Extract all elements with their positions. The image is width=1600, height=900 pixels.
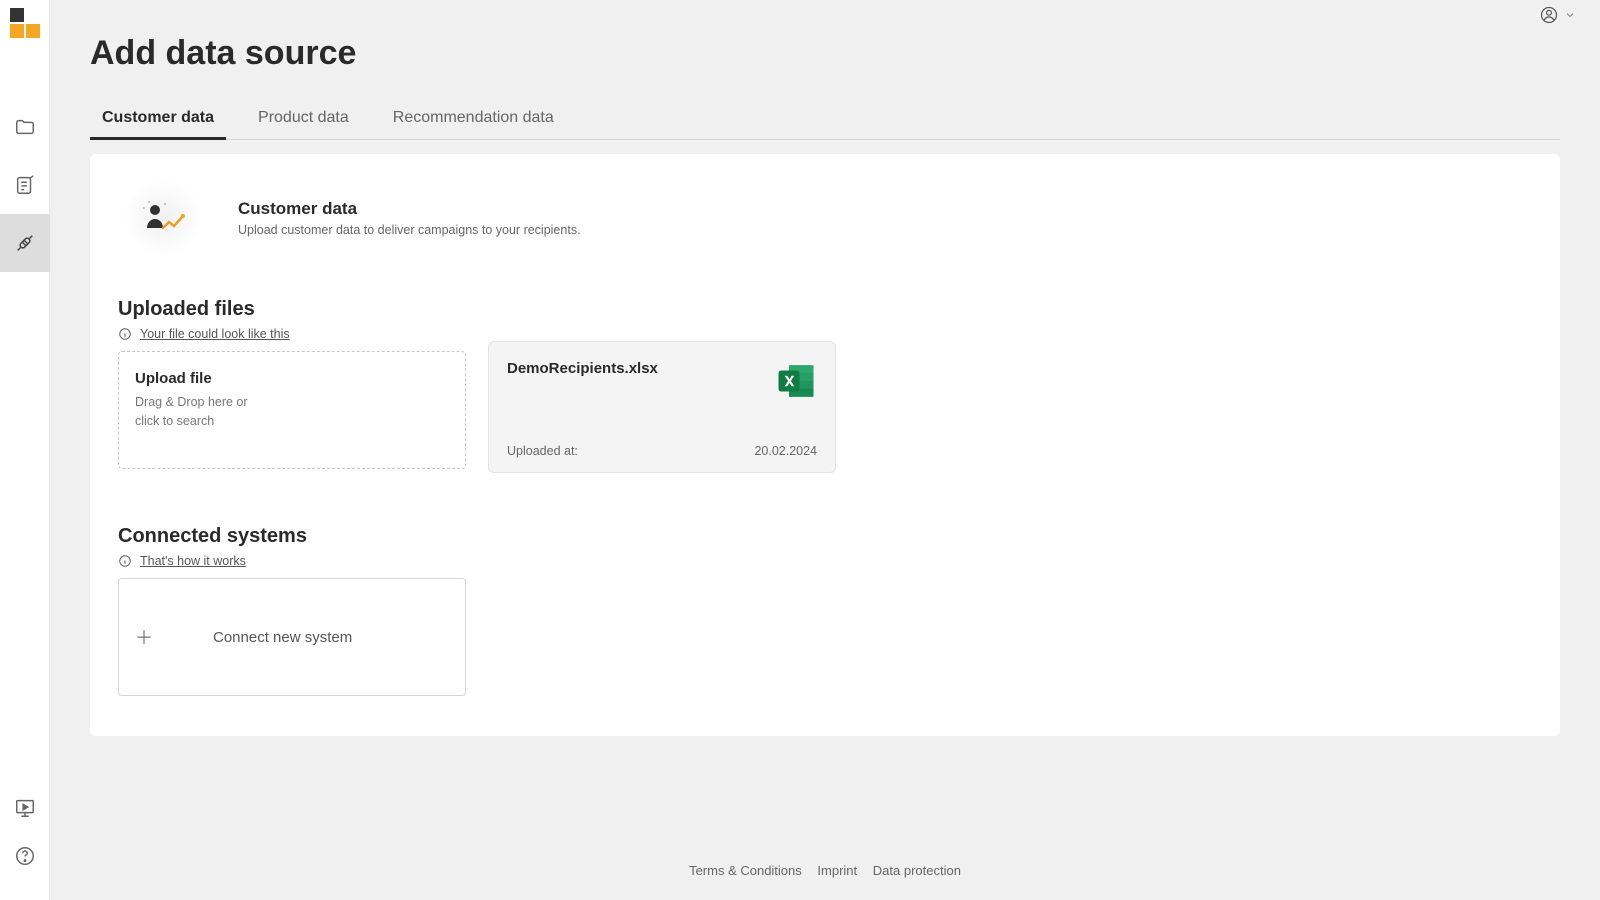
customer-data-subtitle: Upload customer data to deliver campaign… bbox=[238, 223, 581, 237]
user-menu[interactable] bbox=[1540, 6, 1576, 24]
uploaded-files-hint: Your file could look like this bbox=[118, 327, 1532, 341]
uploaded-files-hint-link[interactable]: Your file could look like this bbox=[140, 327, 290, 341]
file-name: DemoRecipients.xlsx bbox=[507, 360, 658, 377]
sidebar-item-help[interactable] bbox=[0, 832, 50, 880]
uploaded-at-value: 20.02.2024 bbox=[754, 444, 817, 458]
tabs: Customer data Product data Recommendatio… bbox=[90, 109, 1560, 140]
plug-icon bbox=[14, 232, 36, 254]
user-icon bbox=[1540, 6, 1558, 24]
upload-file-line1: Drag & Drop here or bbox=[135, 393, 449, 412]
sidebar-item-datasource[interactable] bbox=[0, 214, 50, 272]
checklist-icon bbox=[14, 174, 36, 196]
tab-product-data[interactable]: Product data bbox=[258, 109, 349, 139]
uploaded-files-row: Upload file Drag & Drop here or click to… bbox=[118, 351, 1532, 473]
connected-systems-title: Connected systems bbox=[118, 525, 1532, 548]
monitor-play-icon bbox=[14, 797, 36, 819]
sidebar-nav bbox=[0, 98, 49, 784]
app-logo[interactable] bbox=[10, 8, 40, 38]
folder-icon bbox=[14, 116, 36, 138]
excel-icon bbox=[775, 360, 817, 402]
footer-imprint[interactable]: Imprint bbox=[817, 863, 857, 878]
footer-terms[interactable]: Terms & Conditions bbox=[689, 863, 802, 878]
info-icon bbox=[118, 554, 132, 568]
footer: Terms & Conditions Imprint Data protecti… bbox=[90, 843, 1560, 900]
customer-data-header: Customer data Upload customer data to de… bbox=[118, 178, 1532, 258]
uploaded-file-card[interactable]: DemoRecipients.xlsx Uploaded at: bbox=[488, 341, 836, 473]
content-panel: Customer data Upload customer data to de… bbox=[90, 154, 1560, 736]
customer-data-title: Customer data bbox=[238, 199, 581, 219]
connect-new-system-label: Connect new system bbox=[213, 629, 352, 646]
plus-icon: ＋ bbox=[135, 624, 153, 650]
connect-new-system-card[interactable]: ＋ Connect new system bbox=[118, 578, 466, 696]
sidebar-bottom bbox=[0, 784, 50, 880]
sidebar bbox=[0, 0, 50, 900]
info-icon bbox=[118, 327, 132, 341]
customer-data-icon bbox=[118, 178, 208, 258]
tab-customer-data[interactable]: Customer data bbox=[102, 109, 214, 139]
page-title: Add data source bbox=[90, 34, 1560, 73]
uploaded-at-label: Uploaded at: bbox=[507, 444, 578, 458]
sidebar-item-checklist[interactable] bbox=[0, 156, 50, 214]
connected-systems-hint: That's how it works bbox=[118, 554, 1532, 568]
main: Add data source Customer data Product da… bbox=[50, 0, 1600, 900]
uploaded-files-title: Uploaded files bbox=[118, 298, 1532, 321]
connected-systems-hint-link[interactable]: That's how it works bbox=[140, 554, 246, 568]
upload-file-title: Upload file bbox=[135, 370, 449, 387]
upload-file-card[interactable]: Upload file Drag & Drop here or click to… bbox=[118, 351, 466, 469]
footer-data-protection[interactable]: Data protection bbox=[873, 863, 961, 878]
chevron-down-icon bbox=[1564, 9, 1576, 21]
sidebar-item-folder[interactable] bbox=[0, 98, 50, 156]
upload-file-line2: click to search bbox=[135, 412, 449, 431]
sidebar-item-monitor[interactable] bbox=[0, 784, 50, 832]
page: Add data source Customer data Product da… bbox=[50, 0, 1600, 900]
help-icon bbox=[14, 845, 36, 867]
tab-recommendation-data[interactable]: Recommendation data bbox=[393, 109, 554, 139]
